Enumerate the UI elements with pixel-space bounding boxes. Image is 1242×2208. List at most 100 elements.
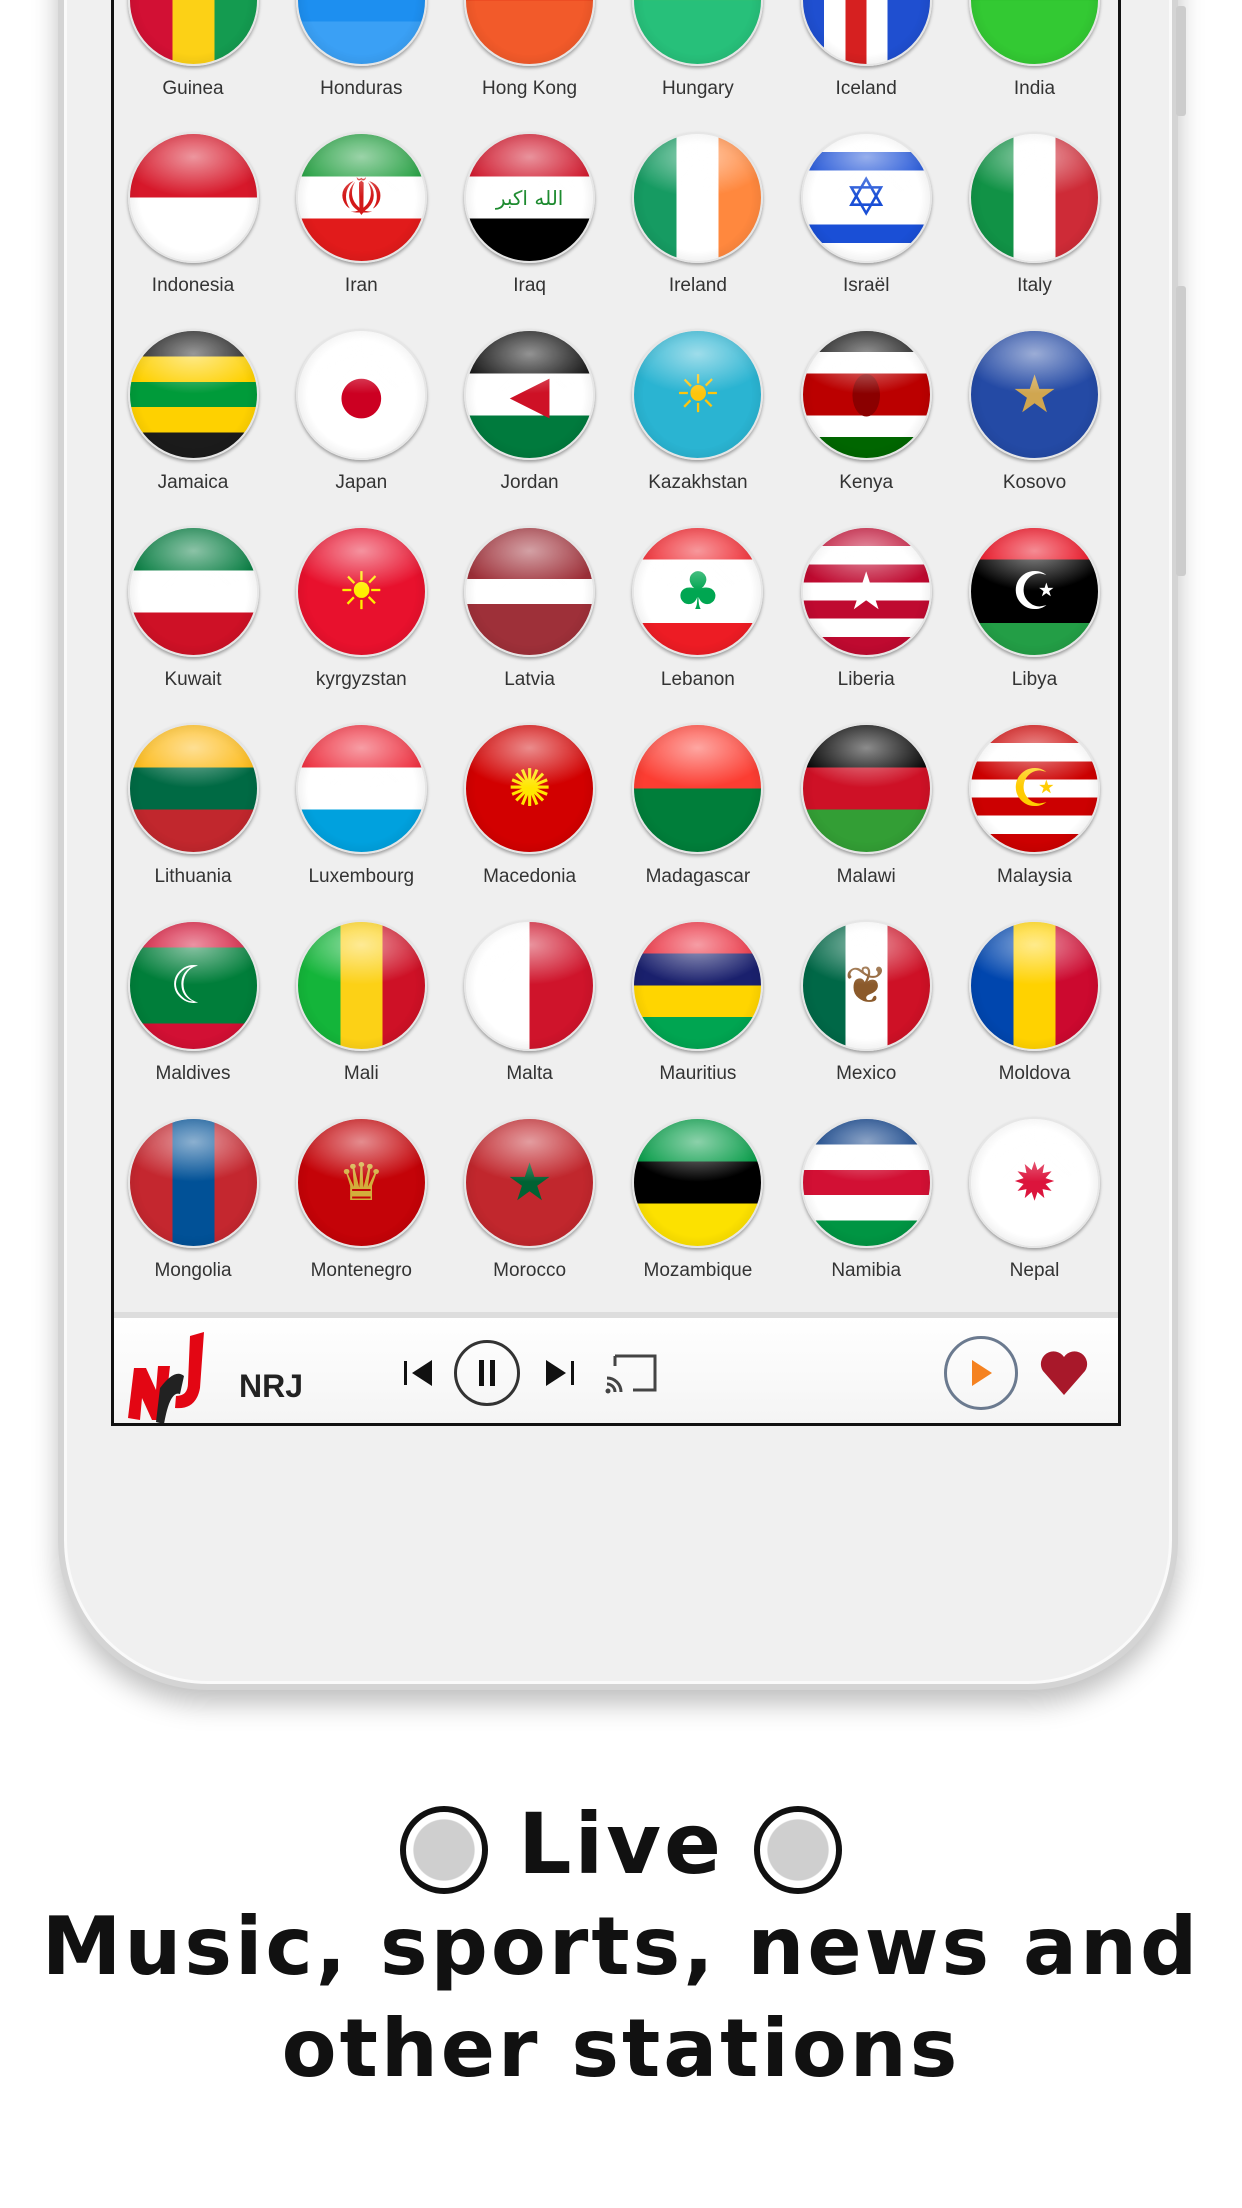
next-button[interactable] [539,1348,579,1398]
flag-icon: ★ [464,1117,596,1248]
country-item[interactable]: ☫ Iran [277,132,445,297]
cast-button[interactable] [601,1348,661,1398]
country-item[interactable]: Moldova [951,920,1119,1085]
country-item[interactable]: ♣ Lebanon [614,526,782,691]
country-item[interactable]: ✹ Nepal [951,1117,1119,1282]
country-item[interactable]: ☾ Maldives [114,920,277,1085]
country-label: Mozambique [643,1260,753,1281]
country-label: Hungary [661,78,734,99]
flag-icon [295,920,427,1051]
flag-icon: ☫ [295,132,427,263]
country-item[interactable]: ❦ Mexico [782,920,950,1085]
previous-button[interactable] [399,1348,439,1398]
flag-icon [127,723,259,854]
play-button[interactable] [944,1336,1018,1410]
country-item[interactable]: ◀ Jordan [446,329,614,494]
flag-emblem-icon: ♣ [674,561,722,622]
country-label: Hong Kong [482,78,578,99]
country-item[interactable]: الله اكبر Iraq [446,132,614,297]
country-label: India [1013,78,1056,99]
country-item[interactable]: Mongolia [114,1117,277,1282]
flag-icon [632,132,764,263]
flag-icon [969,920,1100,1051]
country-item[interactable]: Hong Kong [446,0,614,100]
country-label: Mauritius [659,1063,737,1084]
flag-icon [295,0,427,66]
flag-emblem-icon: ★ [1011,364,1058,425]
heart-icon [1040,1351,1088,1395]
country-item[interactable]: ★ Morocco [446,1117,614,1282]
flag-emblem-icon: ✡ [844,167,888,228]
country-item[interactable]: ☀ Kazakhstan [614,329,782,494]
country-item[interactable]: ✡ Israël [782,132,950,297]
pause-button[interactable] [454,1340,520,1406]
country-item[interactable]: Iceland [782,0,950,100]
flag-icon [127,1117,259,1248]
flag-icon [632,723,764,854]
country-label: Iran [344,275,378,296]
country-item[interactable]: ☀ kyrgyzstan [277,526,445,691]
country-item[interactable]: Honduras [277,0,445,100]
country-label: Iraq [513,275,546,296]
country-item[interactable]: ✺ Macedonia [446,723,614,888]
country-label: Mongolia [154,1260,232,1281]
country-item[interactable]: Madagascar [614,723,782,888]
country-label: Macedonia [483,866,577,887]
country-item[interactable]: Luxembourg [277,723,445,888]
country-label: Jamaica [157,472,229,493]
flag-icon: الله اكبر [464,132,596,263]
flag-emblem-icon: ◀ [509,364,550,425]
country-item[interactable]: ⬮ Kenya [782,329,950,494]
country-item[interactable]: Ireland [614,132,782,297]
country-item[interactable]: Namibia [782,1117,950,1282]
country-item[interactable]: India [951,0,1119,100]
country-item[interactable]: Mozambique [614,1117,782,1282]
flag-icon: ✺ [464,723,596,854]
country-item[interactable]: ★ Kosovo [951,329,1119,494]
country-item[interactable]: Malawi [782,723,950,888]
country-label: Lithuania [154,866,232,887]
favorite-button[interactable] [1034,1343,1094,1403]
country-label: Libya [1011,669,1058,690]
country-label: Liberia [837,669,895,690]
country-item[interactable]: Latvia [446,526,614,691]
flag-icon [969,0,1100,66]
country-item[interactable]: Malta [446,920,614,1085]
flag-emblem-icon: ✹ [1012,1152,1057,1213]
country-label: Guinea [162,78,224,99]
country-label: Namibia [831,1260,902,1281]
country-label: Montenegro [310,1260,412,1281]
flag-emblem-icon: ⬮ [849,364,883,425]
country-label: Moldova [998,1063,1071,1084]
country-item[interactable]: Guinea [114,0,277,100]
country-item[interactable]: ● Japan [277,329,445,494]
flag-icon: ✹ [969,1117,1100,1248]
country-item[interactable]: ☪ Libya [951,526,1119,691]
country-label: Kosovo [1002,472,1067,493]
side-button [1176,6,1186,116]
country-item[interactable]: ★ Liberia [782,526,950,691]
country-item[interactable]: ♛ Montenegro [277,1117,445,1282]
flag-icon: ♛ [295,1117,427,1248]
country-item[interactable]: Lithuania [114,723,277,888]
flag-emblem-icon: ● [338,364,384,425]
flag-icon [127,329,259,460]
country-label: Japan [335,472,388,493]
flag-icon [800,0,932,66]
flag-emblem-icon: ☀ [337,561,385,622]
country-item[interactable]: Italy [951,132,1119,297]
country-item[interactable]: Jamaica [114,329,277,494]
country-item[interactable]: Mali [277,920,445,1085]
country-item[interactable]: Kuwait [114,526,277,691]
country-item[interactable]: Mauritius [614,920,782,1085]
flag-emblem-icon: ☾ [169,955,217,1016]
country-label: Madagascar [645,866,751,887]
country-item[interactable]: Indonesia [114,132,277,297]
nrj-logo[interactable] [120,1328,216,1426]
country-item[interactable]: Hungary [614,0,782,100]
country-item[interactable]: ☪ Malaysia [951,723,1119,888]
footer-line-live: Live [517,1795,725,1893]
flag-icon [127,0,259,66]
flag-icon: ◀ [464,329,596,460]
station-name: NRJ [239,1368,304,1404]
